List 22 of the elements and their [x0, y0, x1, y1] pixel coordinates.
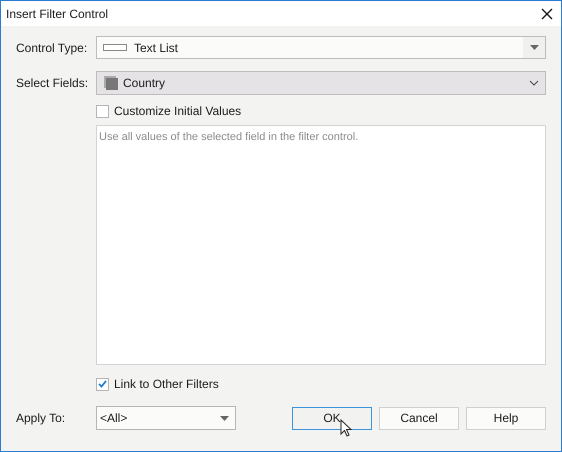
close-icon[interactable] — [541, 8, 553, 20]
checkbox[interactable] — [96, 378, 109, 390]
dialog-button[interactable]: Help — [466, 406, 546, 430]
field-icon — [104, 76, 118, 90]
checkbox[interactable] — [96, 104, 109, 118]
dropdown-arrow-icon — [220, 416, 228, 420]
chevron-down-icon — [529, 80, 539, 86]
select-fields-dropdown[interactable]: Country — [96, 71, 546, 95]
control-type-dropdown[interactable]: Text List — [96, 36, 546, 59]
field-label: Apply To: — [16, 410, 66, 427]
mouse-pointer-icon — [340, 418, 353, 438]
description-box: Use all values of the selected field in the filter control. — [96, 125, 546, 365]
field-label: Select Fields: — [16, 75, 90, 92]
field-label: Control Type: — [16, 40, 88, 56]
dropdown-arrow-icon — [530, 45, 538, 50]
checkbox-label[interactable]: Link to Other Filters — [114, 375, 219, 393]
checkbox-label[interactable]: Customize Initial Values — [114, 102, 242, 120]
window-title: Insert Filter Control — [6, 6, 108, 22]
apply-to-dropdown[interactable]: <All> — [96, 406, 236, 430]
checkmark-icon — [98, 380, 107, 388]
dialog-button[interactable]: Cancel — [379, 406, 459, 430]
text-list-icon — [103, 44, 127, 51]
